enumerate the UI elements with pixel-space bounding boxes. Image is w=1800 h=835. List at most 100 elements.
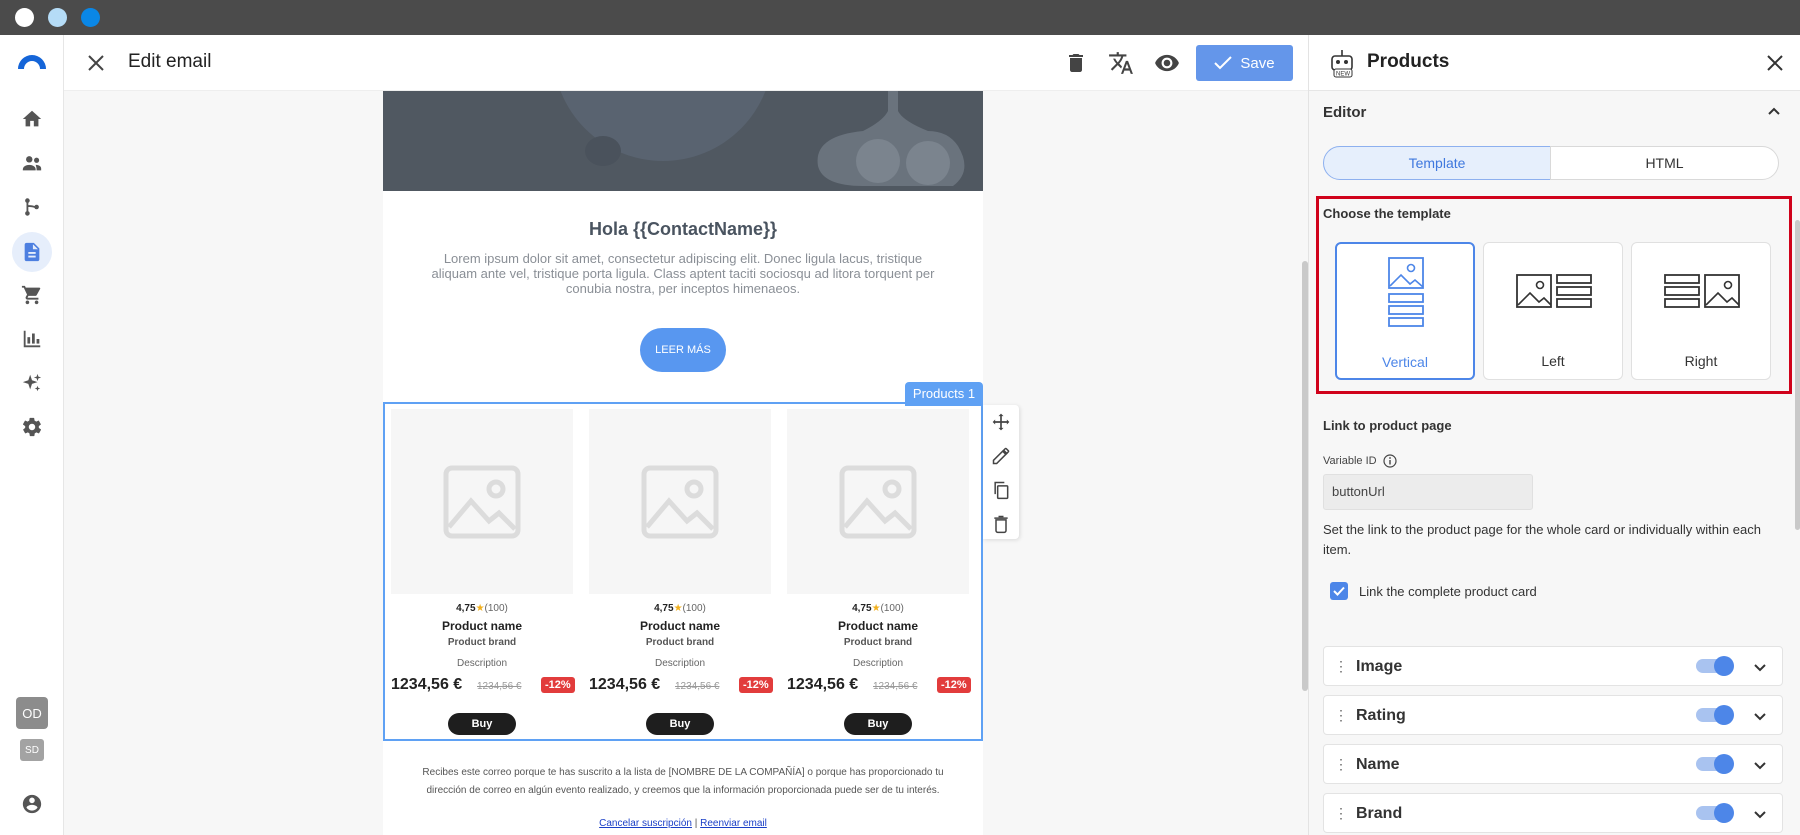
panel-title: Products: [1367, 51, 1450, 72]
page-title: Edit email: [128, 51, 212, 72]
buy-button[interactable]: Buy: [448, 713, 516, 735]
expand-chevron-icon[interactable]: [1752, 806, 1768, 822]
footer-disclaimer: Recibes este correo porque te has suscri…: [422, 767, 944, 796]
translate-icon[interactable]: [1108, 50, 1134, 76]
product-description: Description: [852, 658, 904, 669]
reports-icon[interactable]: [18, 325, 46, 353]
products-block[interactable]: 4,75★(100) Product name Product brand De…: [383, 402, 983, 741]
account-icon[interactable]: [18, 790, 46, 818]
edit-pencil-icon[interactable]: [991, 446, 1011, 466]
product-discount-badge: -12%: [937, 677, 971, 693]
intro-paragraph: Lorem ipsum dolor sit amet, consectetur …: [431, 251, 935, 296]
block-actions: [983, 405, 1019, 539]
flows-icon[interactable]: [18, 193, 46, 221]
move-icon[interactable]: [991, 412, 1011, 432]
template-option-left[interactable]: Left: [1483, 242, 1623, 380]
section-name[interactable]: ⋮ Name: [1323, 744, 1783, 784]
product-description: Description: [654, 658, 706, 669]
email-preview: Hola {{ContactName}} Lorem ipsum dolor s…: [383, 91, 983, 835]
vertical-layout-icon: [1388, 257, 1424, 327]
product-card[interactable]: 4,75★(100) Product name Product brand De…: [589, 409, 773, 745]
link-help-text: Set the link to the product page for the…: [1323, 522, 1761, 557]
tab-html[interactable]: HTML: [1550, 146, 1779, 180]
product-card[interactable]: 4,75★(100) Product name Product brand De…: [391, 409, 575, 745]
duplicate-icon[interactable]: [991, 480, 1011, 500]
product-discount-badge: -12%: [541, 677, 575, 693]
window-close-dot[interactable]: [15, 8, 34, 27]
rating-toggle[interactable]: [1696, 705, 1734, 725]
panel-header: NEW Products: [1309, 35, 1800, 91]
template-option-right[interactable]: Right: [1631, 242, 1771, 380]
name-toggle[interactable]: [1696, 754, 1734, 774]
brand-logo[interactable]: [16, 51, 48, 71]
product-price: 1234,56 €: [787, 676, 859, 693]
window-titlebar: [0, 0, 1800, 35]
product-price: 1234,56 €: [391, 676, 463, 693]
greeting-heading: Hola {{ContactName}}: [588, 219, 778, 239]
drag-handle-icon[interactable]: ⋮: [1334, 658, 1348, 675]
template-label-right: Right: [1684, 353, 1718, 369]
cart-icon[interactable]: [18, 281, 46, 309]
link-section-heading: Link to product page: [1323, 418, 1452, 433]
save-button[interactable]: Save: [1196, 45, 1293, 81]
home-icon[interactable]: [18, 105, 46, 133]
product-old-price: 1234,56 €: [477, 681, 522, 692]
cta-button[interactable]: LEER MÁS: [640, 328, 726, 372]
product-brand: Product brand: [447, 637, 517, 648]
variable-id-label: Variable ID: [1323, 454, 1397, 468]
close-panel-icon[interactable]: [1765, 53, 1785, 73]
email-canvas: Hola {{ContactName}} Lorem ipsum dolor s…: [64, 91, 1308, 835]
ai-icon[interactable]: [18, 369, 46, 397]
close-editor-icon[interactable]: [86, 53, 106, 73]
cta-label: LEER MÁS: [655, 344, 711, 356]
footer-links: Cancelar suscripción | Reenviar email: [599, 818, 767, 829]
drag-handle-icon[interactable]: ⋮: [1334, 756, 1348, 773]
buy-button[interactable]: Buy: [646, 713, 714, 735]
forward-email-link[interactable]: Reenviar email: [700, 818, 767, 829]
section-rating[interactable]: ⋮ Rating: [1323, 695, 1783, 735]
buy-button[interactable]: Buy: [844, 713, 912, 735]
drag-handle-icon[interactable]: ⋮: [1334, 707, 1348, 724]
product-rating: 4,75★(100): [852, 603, 904, 614]
expand-chevron-icon[interactable]: [1752, 659, 1768, 675]
brand-toggle[interactable]: [1696, 803, 1734, 823]
hero-image: [383, 91, 983, 191]
star-icon: ★: [673, 603, 683, 614]
window-maximize-dot[interactable]: [81, 8, 100, 27]
editor-section-label: Editor: [1323, 104, 1367, 121]
section-brand[interactable]: ⋮ Brand: [1323, 793, 1783, 833]
choose-template-label: Choose the template: [1323, 206, 1451, 221]
badge-sd[interactable]: SD: [20, 739, 44, 761]
link-card-checkbox[interactable]: [1330, 582, 1348, 600]
link-card-checkbox-label: Link the complete product card: [1359, 584, 1537, 599]
save-button-label: Save: [1240, 54, 1275, 72]
product-card[interactable]: 4,75★(100) Product name Product brand De…: [787, 409, 971, 745]
preview-eye-icon[interactable]: [1154, 50, 1180, 76]
contacts-icon[interactable]: [18, 149, 46, 177]
product-brand: Product brand: [843, 637, 913, 648]
expand-chevron-icon[interactable]: [1752, 708, 1768, 724]
expand-chevron-icon[interactable]: [1752, 757, 1768, 773]
panel-scrollbar[interactable]: [1795, 220, 1800, 530]
products-bot-icon: NEW: [1326, 48, 1358, 78]
window-minimize-dot[interactable]: [48, 8, 67, 27]
image-toggle[interactable]: [1696, 656, 1734, 676]
section-image[interactable]: ⋮ Image: [1323, 646, 1783, 686]
product-price: 1234,56 €: [589, 676, 661, 693]
checkmark-icon: [1333, 586, 1345, 596]
settings-icon[interactable]: [18, 413, 46, 441]
template-label-left: Left: [1541, 353, 1565, 369]
variable-id-field[interactable]: buttonUrl: [1323, 474, 1533, 510]
svg-text:NEW: NEW: [1336, 72, 1350, 78]
collapse-chevron-icon[interactable]: [1765, 103, 1783, 121]
unsubscribe-link[interactable]: Cancelar suscripción: [599, 818, 692, 829]
tab-template[interactable]: Template: [1323, 146, 1551, 180]
delete-block-icon[interactable]: [991, 514, 1011, 534]
templates-icon[interactable]: [12, 232, 52, 272]
badge-od[interactable]: OD: [16, 697, 48, 729]
drag-handle-icon[interactable]: ⋮: [1334, 805, 1348, 822]
info-icon[interactable]: [1383, 454, 1397, 468]
product-name: Product name: [837, 619, 918, 633]
delete-icon[interactable]: [1064, 51, 1088, 75]
template-option-vertical[interactable]: Vertical: [1335, 242, 1475, 380]
